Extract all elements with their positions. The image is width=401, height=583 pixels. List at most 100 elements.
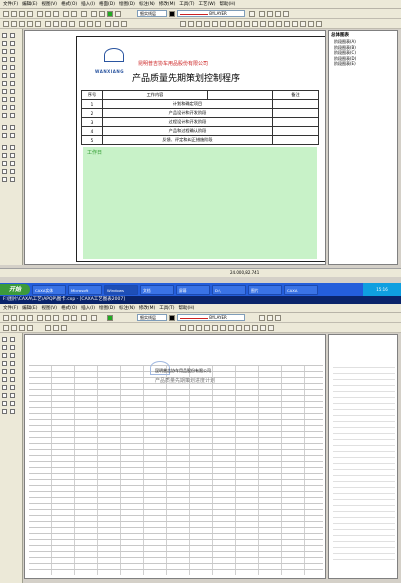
layer-icon[interactable] <box>91 11 97 17</box>
menu-frame[interactable]: 格面(D) <box>99 1 115 7</box>
text-icon[interactable] <box>45 325 51 331</box>
style-icon[interactable] <box>115 11 121 17</box>
symbol-icon[interactable] <box>69 21 75 27</box>
scale-tool-icon[interactable] <box>10 369 15 374</box>
point-tool-icon[interactable] <box>2 89 7 94</box>
menu-file[interactable]: 文件(F) <box>3 305 18 311</box>
explode-icon[interactable] <box>316 21 322 27</box>
mirror-icon[interactable] <box>260 21 266 27</box>
break-tool-icon[interactable] <box>10 125 15 130</box>
linetype-combo[interactable]: BYLAYER <box>177 10 245 17</box>
copy-icon[interactable] <box>45 11 51 17</box>
trim-icon[interactable] <box>244 21 250 27</box>
spline-tool-icon[interactable] <box>2 377 7 382</box>
move-tool-icon[interactable] <box>10 337 15 342</box>
menu-tools[interactable]: 工具(T) <box>159 305 174 311</box>
menu-view[interactable]: 视图(V) <box>41 1 57 7</box>
undo-icon[interactable] <box>63 11 69 17</box>
zoom-in-icon[interactable] <box>259 11 265 17</box>
pan-icon[interactable] <box>275 11 281 17</box>
refresh-icon[interactable] <box>283 11 289 17</box>
taskbar-item[interactable]: 图片 <box>248 284 282 295</box>
chamfer-tool-icon[interactable] <box>10 401 15 406</box>
point-icon[interactable] <box>228 325 234 331</box>
dimension-icon[interactable] <box>61 21 67 27</box>
hatch-tool-icon[interactable] <box>2 401 7 406</box>
menu-insert[interactable]: 插入(I) <box>81 1 95 7</box>
taskbar-item[interactable]: Windows <box>104 284 138 295</box>
layer-combo[interactable]: 细实线层 <box>137 10 167 17</box>
taskbar-item[interactable]: CAXA实体 <box>32 284 66 295</box>
array-tool-icon[interactable] <box>10 105 15 110</box>
ortho-icon[interactable] <box>121 21 127 27</box>
menu-format[interactable]: 格式(O) <box>61 305 77 311</box>
move-tool-icon[interactable] <box>10 33 15 38</box>
point-icon[interactable] <box>228 21 234 27</box>
properties-icon[interactable] <box>81 315 87 321</box>
menu-modify[interactable]: 修改(M) <box>159 1 175 7</box>
angle-tool-icon[interactable] <box>2 133 7 138</box>
table-row[interactable]: 2 产品设计和开发阶段 <box>81 108 319 118</box>
rect-icon[interactable] <box>196 21 202 27</box>
table-row[interactable]: 1 计划和确定项目 <box>81 99 319 109</box>
window-title-bar[interactable]: F:\图片\CAXA\工艺\APQP\图卡.cxp - [CAXA工艺图表200… <box>0 296 401 304</box>
spline-tool-icon[interactable] <box>2 73 7 78</box>
hatch-icon[interactable] <box>53 21 59 27</box>
offset-icon[interactable] <box>236 325 242 331</box>
go-icon[interactable] <box>107 315 113 321</box>
circle-tool-icon[interactable] <box>2 41 7 46</box>
cut-icon[interactable] <box>37 315 43 321</box>
mirror-tool-icon[interactable] <box>10 361 15 366</box>
arc-tool-icon[interactable] <box>2 49 7 54</box>
scale-icon[interactable] <box>276 21 282 27</box>
layer-icon[interactable] <box>91 315 97 321</box>
extend-tool-icon[interactable] <box>10 385 15 390</box>
offset-tool-icon[interactable] <box>10 113 15 118</box>
open-file-icon[interactable] <box>11 315 17 321</box>
menu-draw[interactable]: 绘图(D) <box>119 1 135 7</box>
table-row[interactable]: 4 产品和过程确认阶段 <box>81 126 319 136</box>
text-tool-icon[interactable] <box>2 409 7 414</box>
new-file-icon[interactable] <box>3 11 9 17</box>
break-icon[interactable] <box>308 21 314 27</box>
paste-icon[interactable] <box>53 11 59 17</box>
menu-tools[interactable]: 工具(T) <box>179 1 194 7</box>
taskbar-item[interactable]: 屏幕 <box>176 284 210 295</box>
save-icon[interactable] <box>19 315 25 321</box>
fillet-icon[interactable] <box>292 21 298 27</box>
query-tool-icon[interactable] <box>10 161 15 166</box>
rect-tool-icon[interactable] <box>2 361 7 366</box>
spline-icon[interactable] <box>220 21 226 27</box>
line-tool-icon[interactable] <box>2 33 7 38</box>
table-row[interactable]: 5 反馈、评定和纠正措施阶段 <box>81 135 319 145</box>
chamfer-icon[interactable] <box>300 21 306 27</box>
frame-icon[interactable] <box>19 325 25 331</box>
taskbar-item[interactable]: Microsoft <box>68 284 102 295</box>
polyline-tool-icon[interactable] <box>2 369 7 374</box>
fillet-tool-icon[interactable] <box>10 393 15 398</box>
line-width-icon[interactable] <box>249 11 255 17</box>
taskbar-item[interactable]: CAXA <box>284 284 318 295</box>
drawing-canvas[interactable]: 工作日 WANXIANG 昆明普吉协车用品股份有限公司 产品质量先期策划控制程序… <box>24 30 326 265</box>
polygon-icon[interactable] <box>204 21 210 27</box>
rotate-icon[interactable] <box>268 21 274 27</box>
trim-icon[interactable] <box>244 325 250 331</box>
taskbar-item[interactable]: 文档 <box>140 284 174 295</box>
circle-tool-icon[interactable] <box>2 345 7 350</box>
arc-icon[interactable] <box>180 325 186 331</box>
block-icon[interactable] <box>79 21 85 27</box>
ellipse-icon[interactable] <box>212 21 218 27</box>
open-file-icon[interactable] <box>11 11 17 17</box>
weld-tool-icon[interactable] <box>2 177 7 182</box>
menu-help[interactable]: 帮助(H) <box>179 305 195 311</box>
copy-tool-icon[interactable] <box>10 345 15 350</box>
parts-list-icon[interactable] <box>35 21 41 27</box>
extend-icon[interactable] <box>252 21 258 27</box>
go-icon[interactable] <box>107 11 113 17</box>
panel-item[interactable]: 阶段图表(E) <box>329 61 397 67</box>
menu-edit[interactable]: 编辑(E) <box>22 305 37 311</box>
menu-edit[interactable]: 编辑(E) <box>22 1 37 7</box>
polyline-tool-icon[interactable] <box>2 65 7 70</box>
color-swatch-icon[interactable] <box>169 315 175 321</box>
hatch-tool-icon[interactable] <box>2 97 7 102</box>
